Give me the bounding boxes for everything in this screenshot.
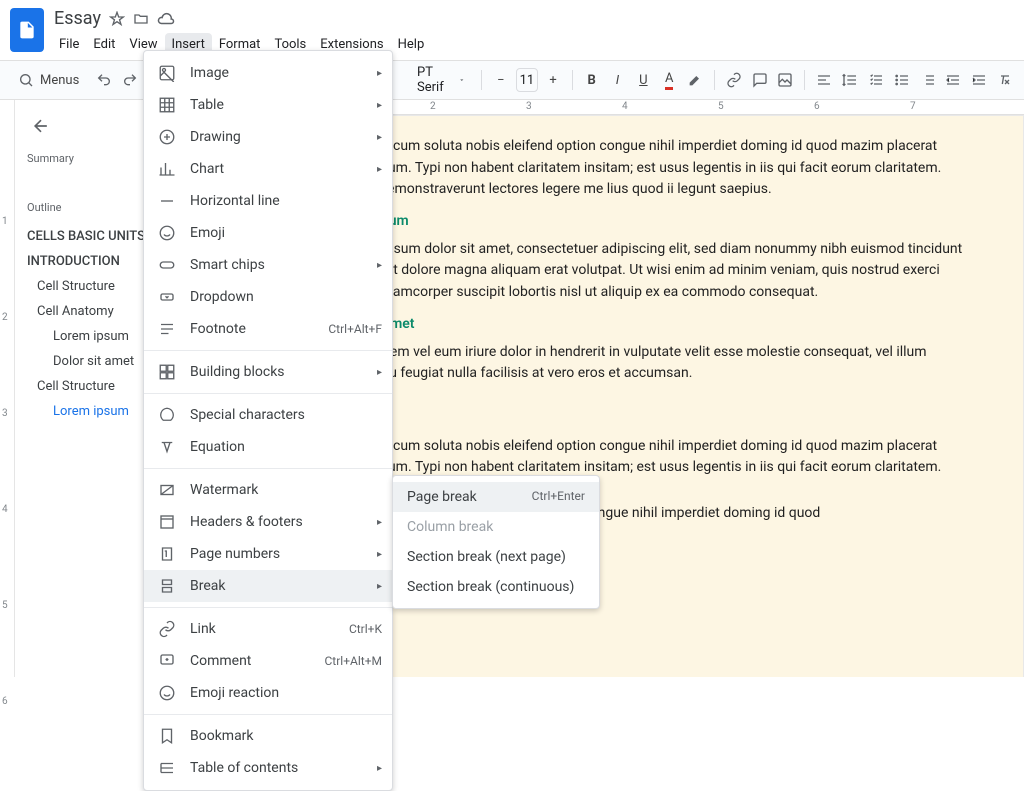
insert-page-numbers[interactable]: Page numbers▸ xyxy=(144,538,392,570)
insert-comment[interactable]: CommentCtrl+Alt+M xyxy=(144,645,392,677)
headers-icon xyxy=(158,513,176,531)
blocks-icon xyxy=(158,363,176,381)
italic-button[interactable]: I xyxy=(607,66,629,94)
chevron-right-icon: ▸ xyxy=(377,132,382,143)
search-menus[interactable]: Menus xyxy=(8,68,89,92)
chevron-right-icon: ▸ xyxy=(377,68,382,79)
font-family-select[interactable]: PT Serif xyxy=(409,65,473,95)
bulleted-list-button[interactable] xyxy=(891,66,913,94)
break-icon xyxy=(158,577,176,595)
increase-size-button[interactable]: + xyxy=(542,66,564,94)
chart-icon xyxy=(158,160,176,178)
font-size-input[interactable]: 11 xyxy=(516,68,538,92)
insert-table-of-contents[interactable]: Table of contents▸ xyxy=(144,752,392,784)
insert-break[interactable]: Break▸ xyxy=(144,570,392,602)
add-comment-button[interactable] xyxy=(749,66,771,94)
checklist-button[interactable] xyxy=(865,66,887,94)
insert-menu-dropdown: Image▸Table▸Drawing▸Chart▸Horizontal lin… xyxy=(143,50,393,791)
link-icon xyxy=(158,620,176,638)
menu-help[interactable]: Help xyxy=(391,33,432,56)
chevron-right-icon: ▸ xyxy=(377,100,382,111)
underline-button[interactable]: U xyxy=(632,66,654,94)
text-color-button[interactable]: A xyxy=(658,66,680,94)
emojireact-icon xyxy=(158,684,176,702)
insert-chart[interactable]: Chart▸ xyxy=(144,153,392,185)
docs-logo-icon[interactable] xyxy=(10,8,44,52)
insert-smart-chips[interactable]: Smart chips▸ xyxy=(144,249,392,281)
bookmark-icon xyxy=(158,727,176,745)
insert-building-blocks[interactable]: Building blocks▸ xyxy=(144,356,392,388)
undo-button[interactable] xyxy=(93,66,115,94)
insert-footnote[interactable]: FootnoteCtrl+Alt+F xyxy=(144,313,392,345)
insert-emoji-reaction[interactable]: Emoji reaction xyxy=(144,677,392,709)
break-section-break-next-page-[interactable]: Section break (next page) xyxy=(393,542,599,572)
chevron-right-icon: ▸ xyxy=(377,549,382,560)
dropdown-icon xyxy=(158,288,176,306)
numbered-list-button[interactable] xyxy=(917,66,939,94)
decrease-indent-button[interactable] xyxy=(942,66,964,94)
clear-formatting-button[interactable] xyxy=(994,66,1016,94)
table-icon xyxy=(158,96,176,114)
watermark-icon xyxy=(158,481,176,499)
list-heading: 1. Lorem ipsum xyxy=(311,211,963,233)
chevron-right-icon: ▸ xyxy=(377,260,382,271)
image-icon xyxy=(158,64,176,82)
pagenum-icon xyxy=(158,545,176,563)
highlight-button[interactable] xyxy=(684,66,706,94)
break-column-break: Column break xyxy=(393,512,599,542)
comment-icon xyxy=(158,652,176,670)
insert-emoji[interactable]: Emoji xyxy=(144,217,392,249)
toc-icon xyxy=(158,759,176,777)
insert-watermark[interactable]: Watermark xyxy=(144,474,392,506)
menu-file[interactable]: File xyxy=(52,33,86,56)
decrease-size-button[interactable]: − xyxy=(490,66,512,94)
insert-drawing[interactable]: Drawing▸ xyxy=(144,121,392,153)
insert-image-button[interactable] xyxy=(775,66,797,94)
bold-button[interactable]: B xyxy=(581,66,603,94)
insert-link-button[interactable] xyxy=(723,66,745,94)
list-heading: 2. Dolor sit amet xyxy=(311,314,963,336)
line-spacing-button[interactable] xyxy=(839,66,861,94)
increase-indent-button[interactable] xyxy=(968,66,990,94)
chips-icon xyxy=(158,256,176,274)
move-icon[interactable] xyxy=(133,11,149,27)
body-text: Lorem ipsum dolor sit amet, consectetuer… xyxy=(339,239,963,304)
insert-image[interactable]: Image▸ xyxy=(144,57,392,89)
insert-table[interactable]: Table▸ xyxy=(144,89,392,121)
insert-dropdown[interactable]: Dropdown xyxy=(144,281,392,313)
insert-horizontal-line[interactable]: Horizontal line xyxy=(144,185,392,217)
insert-bookmark[interactable]: Bookmark xyxy=(144,720,392,752)
body-text: Duis autem vel eum iriure dolor in hendr… xyxy=(339,342,963,385)
redo-button[interactable] xyxy=(119,66,141,94)
insert-equation[interactable]: Equation xyxy=(144,431,392,463)
menu-edit[interactable]: Edit xyxy=(86,33,122,56)
special-icon xyxy=(158,406,176,424)
hr-icon xyxy=(158,192,176,210)
align-button[interactable] xyxy=(813,66,835,94)
insert-headers-footers[interactable]: Headers & footers▸ xyxy=(144,506,392,538)
insert-special-characters[interactable]: Special characters xyxy=(144,399,392,431)
drawing-icon xyxy=(158,128,176,146)
emoji-icon xyxy=(158,224,176,242)
menus-label: Menus xyxy=(40,73,79,88)
chevron-right-icon: ▸ xyxy=(377,581,382,592)
chevron-right-icon: ▸ xyxy=(377,517,382,528)
break-page-break[interactable]: Page breakCtrl+Enter xyxy=(393,482,599,512)
star-icon[interactable] xyxy=(109,11,125,27)
chevron-right-icon: ▸ xyxy=(377,763,382,774)
vertical-ruler: 123456 xyxy=(0,100,15,677)
cloud-icon[interactable] xyxy=(157,10,175,28)
break-submenu: Page breakCtrl+EnterColumn breakSection … xyxy=(392,475,600,609)
chevron-right-icon: ▸ xyxy=(377,367,382,378)
equation-icon xyxy=(158,438,176,456)
break-section-break-continuous-[interactable]: Section break (continuous) xyxy=(393,572,599,602)
footnote-icon xyxy=(158,320,176,338)
doc-title[interactable]: Essay xyxy=(54,8,101,29)
chevron-right-icon: ▸ xyxy=(377,164,382,175)
insert-link[interactable]: LinkCtrl+K xyxy=(144,613,392,645)
